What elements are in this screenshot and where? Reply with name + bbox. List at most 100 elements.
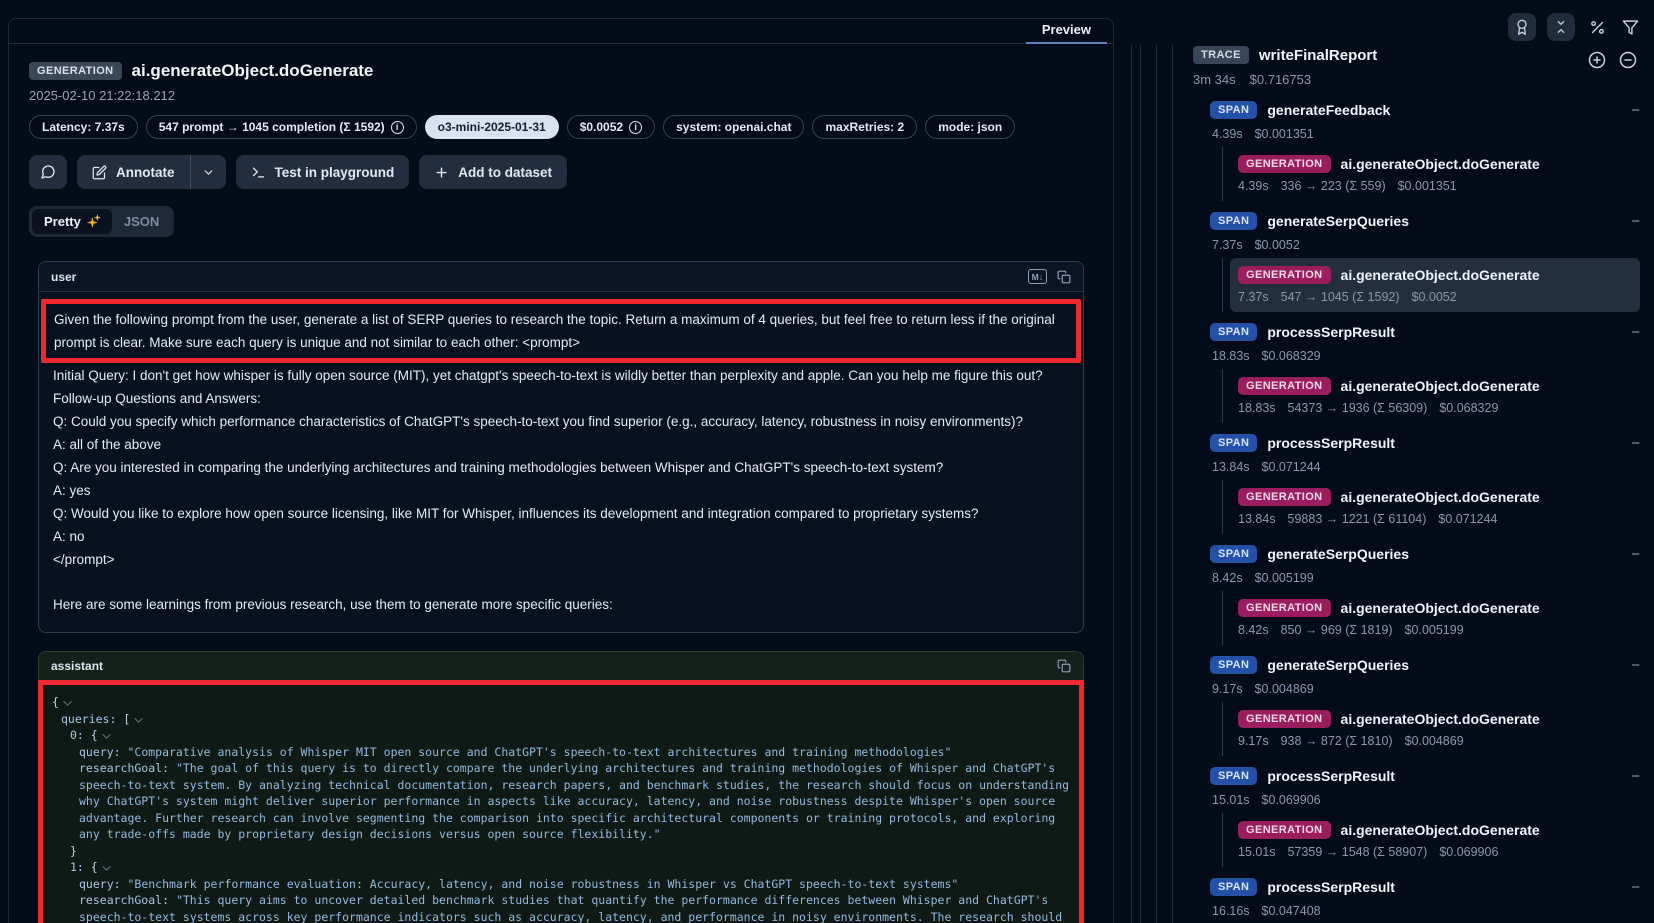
generation-row[interactable]: GENERATIONai.generateObject.doGenerate: [1238, 595, 1632, 620]
metrics-toggle-button[interactable]: [1586, 16, 1608, 38]
comment-icon: [40, 164, 56, 180]
generation-name: ai.generateObject.doGenerate: [1341, 378, 1540, 394]
meta-pill: Latency: 7.37s: [29, 115, 138, 139]
generation-badge: GENERATION: [1238, 155, 1331, 173]
generation-name: ai.generateObject.doGenerate: [1341, 156, 1540, 172]
collapse-button[interactable]: [1631, 325, 1640, 340]
collapse-button[interactable]: [1631, 436, 1640, 451]
generation-row[interactable]: GENERATIONai.generateObject.doGenerate: [1238, 817, 1632, 842]
percent-icon: [1589, 19, 1606, 36]
span-row[interactable]: SPANgenerateSerpQueries: [1210, 652, 1640, 678]
trace-row[interactable]: TRACE writeFinalReport: [1193, 46, 1654, 64]
json-line: 1: {: [52, 859, 1070, 876]
span-duration: 16.16s: [1212, 904, 1250, 918]
generation-cost: $0.071244: [1438, 512, 1497, 526]
span-children: GENERATIONai.generateObject.doGenerate13…: [1222, 480, 1640, 534]
generation-item[interactable]: GENERATIONai.generateObject.doGenerate9.…: [1230, 702, 1640, 756]
toggle-json[interactable]: JSON: [112, 209, 171, 234]
annotation-box: Given the following prompt from the user…: [41, 299, 1081, 363]
span-row[interactable]: SPANgenerateSerpQueries: [1210, 541, 1640, 567]
collapse-chevron-icon[interactable]: [102, 730, 110, 738]
json-key: researchGoal:: [79, 761, 176, 775]
generation-name: ai.generateObject.doGenerate: [1341, 822, 1540, 838]
generation-row[interactable]: GENERATION ai.generateObject.doGenerate: [1238, 151, 1632, 176]
message-list: user Given the following prompt from the…: [38, 261, 1084, 923]
annotation-box: {queries: [0: {query: "Comparative analy…: [38, 680, 1084, 923]
collapse-button[interactable]: [1631, 214, 1640, 229]
generation-item[interactable]: GENERATIONai.generateObject.doGenerate7.…: [1230, 258, 1640, 312]
span-metrics: 8.42s$0.005199: [1210, 567, 1640, 588]
generation-row[interactable]: GENERATIONai.generateObject.doGenerate: [1238, 706, 1632, 731]
span-row[interactable]: SPANprocessSerpResult: [1210, 874, 1640, 900]
terminal-icon: [251, 165, 266, 180]
json-value: "The goal of this query is to directly c…: [79, 761, 1076, 841]
chevron-down-icon: [202, 166, 215, 179]
generation-item[interactable]: GENERATIONai.generateObject.doGenerate15…: [1230, 813, 1640, 867]
generation-item[interactable]: GENERATIONai.generateObject.doGenerate4.…: [1230, 147, 1640, 201]
scores-button[interactable]: [1508, 13, 1536, 41]
generation-row[interactable]: GENERATIONai.generateObject.doGenerate: [1238, 262, 1632, 287]
collapse-button[interactable]: [1631, 658, 1640, 673]
view-toggle: Pretty JSON: [29, 206, 174, 237]
span-name: processSerpResult: [1267, 768, 1395, 784]
toggle-pretty[interactable]: Pretty: [32, 209, 112, 234]
generation-cost: $0.005199: [1405, 623, 1464, 637]
span-row[interactable]: SPANprocessSerpResult: [1210, 319, 1640, 345]
collapse-chevron-icon[interactable]: [63, 697, 71, 705]
filter-button[interactable]: [1619, 16, 1641, 38]
generation-item[interactable]: GENERATIONai.generateObject.doGenerate8.…: [1230, 591, 1640, 645]
comment-button[interactable]: [29, 155, 67, 189]
trace-tree: SPANgenerateFeedback4.39s$0.001351GENERA…: [1125, 87, 1654, 923]
copy-icon[interactable]: [1057, 659, 1071, 673]
span-metrics: 15.01s$0.069906: [1210, 789, 1640, 810]
generation-item[interactable]: GENERATIONai.generateObject.doGenerate13…: [1230, 480, 1640, 534]
collapse-button[interactable]: [1631, 880, 1640, 895]
generation-metrics: 9.17s938 → 872 (Σ 1810)$0.004869: [1238, 731, 1632, 751]
trace-metrics: 3m 34s $0.716753: [1193, 72, 1654, 87]
span-cost: $0.001351: [1255, 127, 1314, 141]
annotate-dropdown-button[interactable]: [191, 155, 226, 189]
add-to-dataset-button[interactable]: Add to dataset: [419, 155, 567, 189]
generation-metrics: 7.37s547 → 1045 (Σ 1592)$0.0052: [1238, 287, 1632, 307]
sidebar-toolbar: [1508, 13, 1641, 41]
annotate-button[interactable]: Annotate: [77, 155, 190, 189]
json-punctuation: {: [52, 695, 59, 709]
generation-row[interactable]: GENERATIONai.generateObject.doGenerate: [1238, 373, 1632, 398]
generation-row[interactable]: GENERATIONai.generateObject.doGenerate: [1238, 484, 1632, 509]
role-label: assistant: [51, 659, 103, 673]
json-punctuation: [: [123, 712, 130, 726]
generation-duration: 9.17s: [1238, 734, 1269, 748]
span-row[interactable]: SPANgenerateFeedback: [1210, 97, 1640, 123]
user-message-card: user Given the following prompt from the…: [38, 261, 1084, 633]
collapse-chevron-icon[interactable]: [135, 714, 143, 722]
span-row[interactable]: SPANprocessSerpResult: [1210, 430, 1640, 456]
meta-pill: o3-mini-2025-01-31: [425, 115, 559, 139]
collapse-all-button[interactable]: [1547, 13, 1575, 41]
span-duration: 13.84s: [1212, 460, 1250, 474]
meta-pill-label: o3-mini-2025-01-31: [438, 120, 546, 134]
plus-circle-icon[interactable]: [1586, 49, 1608, 71]
tab-preview[interactable]: Preview: [1026, 19, 1107, 44]
collapse-button[interactable]: [1631, 103, 1640, 118]
span-children: GENERATIONai.generateObject.doGenerate18…: [1222, 369, 1640, 423]
generation-metrics: 15.01s57359 → 1548 (Σ 58907)$0.069906: [1238, 842, 1632, 862]
collapse-button[interactable]: [1631, 547, 1640, 562]
span-name: processSerpResult: [1267, 324, 1395, 340]
markdown-toggle-icon[interactable]: [1028, 269, 1047, 284]
collapse-chevron-icon[interactable]: [102, 862, 110, 870]
span-row[interactable]: SPANprocessSerpResult: [1210, 763, 1640, 789]
span-children: GENERATIONai.generateObject.doGenerate7.…: [1222, 258, 1640, 312]
collapse-button[interactable]: [1631, 769, 1640, 784]
generation-item[interactable]: GENERATIONai.generateObject.doGenerate18…: [1230, 369, 1640, 423]
edit-icon: [92, 165, 107, 180]
minus-circle-icon[interactable]: [1617, 49, 1639, 71]
copy-icon[interactable]: [1057, 270, 1071, 284]
span-row[interactable]: SPANgenerateSerpQueries: [1210, 208, 1640, 234]
test-in-playground-button[interactable]: Test in playground: [236, 155, 410, 189]
generation-name: ai.generateObject.doGenerate: [1341, 600, 1540, 616]
generation-metrics: 8.42s850 → 969 (Σ 1819)$0.005199: [1238, 620, 1632, 640]
page-title: ai.generateObject.doGenerate: [132, 61, 374, 81]
trace-span-group: SPANprocessSerpResult18.83s$0.068329GENE…: [1210, 319, 1640, 423]
generation-badge: GENERATION: [1238, 710, 1331, 728]
json-key: queries:: [61, 712, 123, 726]
